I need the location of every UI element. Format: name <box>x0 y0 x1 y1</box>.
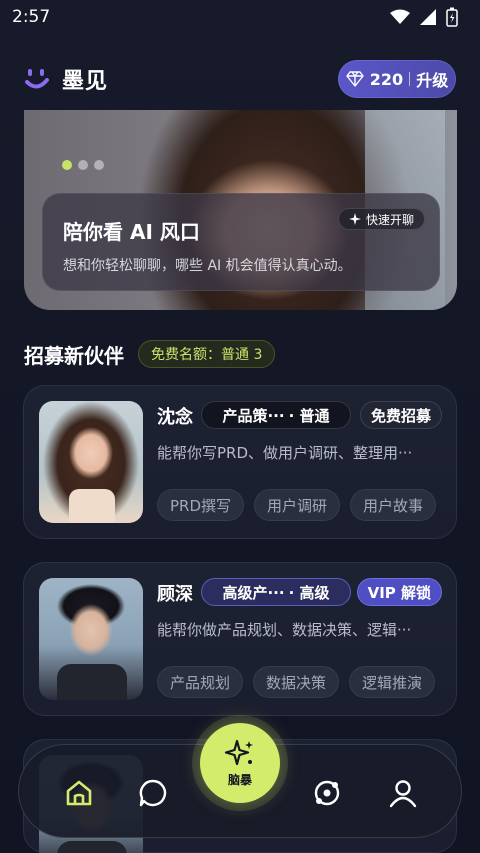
carousel-dot[interactable] <box>94 160 104 170</box>
skill-tags: PRD撰写 用户调研 用户故事 <box>157 489 437 521</box>
role-badge: 产品策··· · 普通 <box>201 401 351 429</box>
skill-tag: PRD撰写 <box>157 489 245 521</box>
brainstorm-label: 脑暴 <box>227 772 252 787</box>
nav-profile[interactable] <box>383 773 423 813</box>
gem-count: 220 <box>369 69 404 89</box>
home-icon <box>66 780 92 806</box>
nav-explore[interactable] <box>307 773 347 813</box>
app-header: 墨见 220 升级 <box>0 56 480 102</box>
vip-unlock-button[interactable]: VIP 解锁 <box>356 578 442 606</box>
role-label: 产品策··· <box>222 406 285 425</box>
sparkles-icon <box>224 739 253 765</box>
tier-label: · 普通 <box>288 406 330 425</box>
wifi-icon <box>390 9 410 24</box>
banner-card: 快速开聊 陪你看 AI 风口 想和你轻松聊聊，哪些 AI 机会值得认真心动。 <box>42 193 440 291</box>
upgrade-button[interactable]: 220 升级 <box>338 60 456 98</box>
carousel-indicator <box>62 160 104 170</box>
hero-banner[interactable]: 快速开聊 陪你看 AI 风口 想和你轻松聊聊，哪些 AI 机会值得认真心动。 <box>24 110 457 310</box>
banner-description: 想和你轻松聊聊，哪些 AI 机会值得认真心动。 <box>63 258 352 274</box>
battery-icon <box>446 7 458 27</box>
partner-card-shen-nian[interactable]: 沈念 产品策··· · 普通 免费招募 能帮你写PRD、做用户调研、整理用···… <box>23 385 457 539</box>
pill-divider <box>409 72 411 86</box>
partner-description: 能帮你写PRD、做用户调研、整理用··· <box>157 444 413 462</box>
section-title: 招募新伙伴 <box>24 343 124 368</box>
partner-name: 沈念 <box>157 407 193 428</box>
skill-tag: 产品规划 <box>157 666 244 698</box>
app-logo-icon <box>24 66 50 92</box>
skill-tags: 产品规划 数据决策 逻辑推演 <box>157 666 436 698</box>
tier-label: · 高级 <box>288 583 330 602</box>
orbit-icon <box>314 780 340 806</box>
sparkle-icon <box>348 213 361 225</box>
skill-tag: 逻辑推演 <box>349 666 436 698</box>
partner-card-gu-shen[interactable]: 顾深 高级产··· · 高级 VIP 解锁 能帮你做产品规划、数据决策、逻辑··… <box>23 562 457 716</box>
quick-chat-label: 快速开聊 <box>365 212 414 227</box>
status-time: 2:57 <box>12 7 51 27</box>
partner-name: 顾深 <box>157 584 193 605</box>
skill-tag: 用户故事 <box>350 489 437 521</box>
free-quota-badge: 免费名额：普通 3 <box>138 340 276 368</box>
role-badge: 高级产··· · 高级 <box>201 578 351 606</box>
carousel-dot[interactable] <box>62 160 72 170</box>
role-label: 高级产··· <box>222 583 285 602</box>
avatar <box>39 578 143 700</box>
free-recruit-button[interactable]: 免费招募 <box>359 401 442 429</box>
status-icons <box>390 7 458 27</box>
skill-tag: 用户调研 <box>254 489 341 521</box>
app-title: 墨见 <box>62 69 109 94</box>
diamond-icon <box>346 71 364 87</box>
nav-home[interactable] <box>59 773 99 813</box>
section-header: 招募新伙伴 免费名额：普通 3 <box>24 338 276 370</box>
skill-tag: 数据决策 <box>253 666 340 698</box>
partner-description: 能帮你做产品规划、数据决策、逻辑··· <box>157 621 412 639</box>
upgrade-label: 升级 <box>416 71 449 90</box>
signal-icon <box>420 9 436 25</box>
avatar <box>39 401 143 523</box>
brainstorm-button[interactable]: 脑暴 <box>200 723 280 803</box>
user-icon <box>389 780 417 808</box>
nav-chat[interactable] <box>133 773 173 813</box>
carousel-dot[interactable] <box>78 160 88 170</box>
chat-bubble-icon <box>139 779 167 807</box>
status-bar: 2:57 <box>0 0 480 34</box>
quick-chat-button[interactable]: 快速开聊 <box>337 208 425 230</box>
